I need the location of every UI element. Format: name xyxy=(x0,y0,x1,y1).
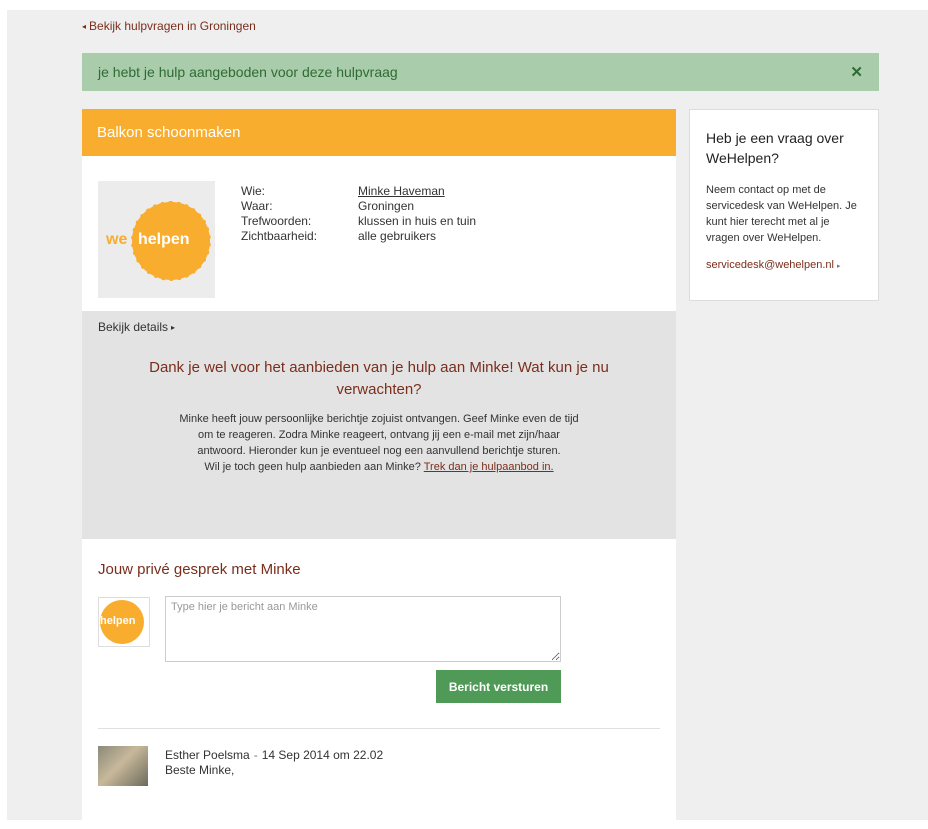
message-input[interactable] xyxy=(165,596,561,662)
meta-key: Wie: xyxy=(241,184,265,198)
message-separator: - xyxy=(253,748,258,762)
avatar-logo-text: helpen xyxy=(100,615,136,627)
logo-helpen-text: helpen xyxy=(138,231,190,248)
back-to-requests-link[interactable]: ◂ Bekijk hulpvragen in Groningen xyxy=(82,19,256,33)
page: ◂ Bekijk hulpvragen in Groningen je hebt … xyxy=(7,10,928,829)
meta-key: Zichtbaarheid: xyxy=(241,229,318,243)
alert-text: je hebt je hulp aangeboden voor deze hul… xyxy=(98,64,398,80)
sidebar-text: Neem contact op met de servicedesk van W… xyxy=(706,184,857,244)
logo-we-text: we xyxy=(106,231,128,248)
divider xyxy=(98,728,660,729)
sender-avatar xyxy=(98,746,148,786)
meta-row-waar: Waar: Groningen xyxy=(241,199,476,214)
user-avatar: helpen xyxy=(98,597,150,647)
request-title-bar: Balkon schoonmaken xyxy=(82,109,676,156)
view-details-link[interactable]: Bekijk details ▸ xyxy=(98,320,175,334)
meta-key: Trefwoorden: xyxy=(241,214,312,228)
message-meta: Esther Poelsma -14 Sep 2014 om 22.02 xyxy=(165,748,383,762)
servicedesk-email: servicedesk@wehelpen.nl xyxy=(706,259,834,271)
message-date: 14 Sep 2014 om 22.02 xyxy=(261,748,384,762)
wehelpen-logo: we helpen xyxy=(98,181,215,298)
meta-value: alle gebruikers xyxy=(358,229,437,243)
message-author: Esther Poelsma xyxy=(165,748,250,762)
help-sidebar: Heb je een vraag over WeHelpen? Neem con… xyxy=(689,109,879,301)
close-icon[interactable]: ✕ xyxy=(850,63,863,81)
sidebar-title: Heb je een vraag over WeHelpen? xyxy=(706,130,844,166)
thank-you-body: Minke heeft jouw persoonlijke berichtje … xyxy=(179,413,579,457)
private-conversation: Jouw privé gesprek met Minke helpen Beri… xyxy=(82,539,676,829)
thank-you-heading: Dank je wel voor het aanbieden van je hu… xyxy=(149,359,609,398)
withdraw-offer-link[interactable]: Trek dan je hulpaanbod in. xyxy=(424,461,554,473)
request-title: Balkon schoonmaken xyxy=(97,124,241,141)
back-link-label: Bekijk hulpvragen in Groningen xyxy=(89,19,256,33)
request-meta: Wie: Minke Haveman Waar: Groningen Trefw… xyxy=(241,184,476,244)
request-info: we helpen Wie: Minke Haveman Waar: Groni… xyxy=(82,156,676,334)
chevron-left-icon: ◂ xyxy=(82,22,87,31)
servicedesk-email-link[interactable]: servicedesk@wehelpen.nl ▸ xyxy=(706,259,862,271)
meta-value: klussen in huis en tuin xyxy=(358,214,477,228)
conversation-title: Jouw privé gesprek met Minke xyxy=(98,561,301,578)
send-message-button[interactable]: Bericht versturen xyxy=(436,670,561,703)
request-card: Balkon schoonmaken we helpen Wie: Minke … xyxy=(82,109,676,829)
meta-row-trefwoorden: Trefwoorden: klussen in huis en tuin xyxy=(241,214,476,229)
meta-row-zichtbaarheid: Zichtbaarheid: alle gebruikers xyxy=(241,229,476,244)
thank-you-text: Minke heeft jouw persoonlijke berichtje … xyxy=(174,411,584,475)
meta-key: Waar: xyxy=(241,199,273,213)
thank-you-panel: Dank je wel voor het aanbieden van je hu… xyxy=(82,311,676,539)
requester-name-link[interactable]: Minke Haveman xyxy=(358,184,445,199)
success-alert: je hebt je hulp aangeboden voor deze hul… xyxy=(82,53,879,91)
meta-row-wie: Wie: Minke Haveman xyxy=(241,184,476,199)
message-text: Beste Minke, xyxy=(165,763,235,777)
withdraw-question: Wil je toch geen hulp aanbieden aan Mink… xyxy=(204,461,421,473)
chevron-right-icon: ▸ xyxy=(836,263,841,270)
view-details-label: Bekijk details xyxy=(98,320,169,334)
chevron-right-icon: ▸ xyxy=(171,323,176,332)
meta-value: Groningen xyxy=(358,199,415,213)
